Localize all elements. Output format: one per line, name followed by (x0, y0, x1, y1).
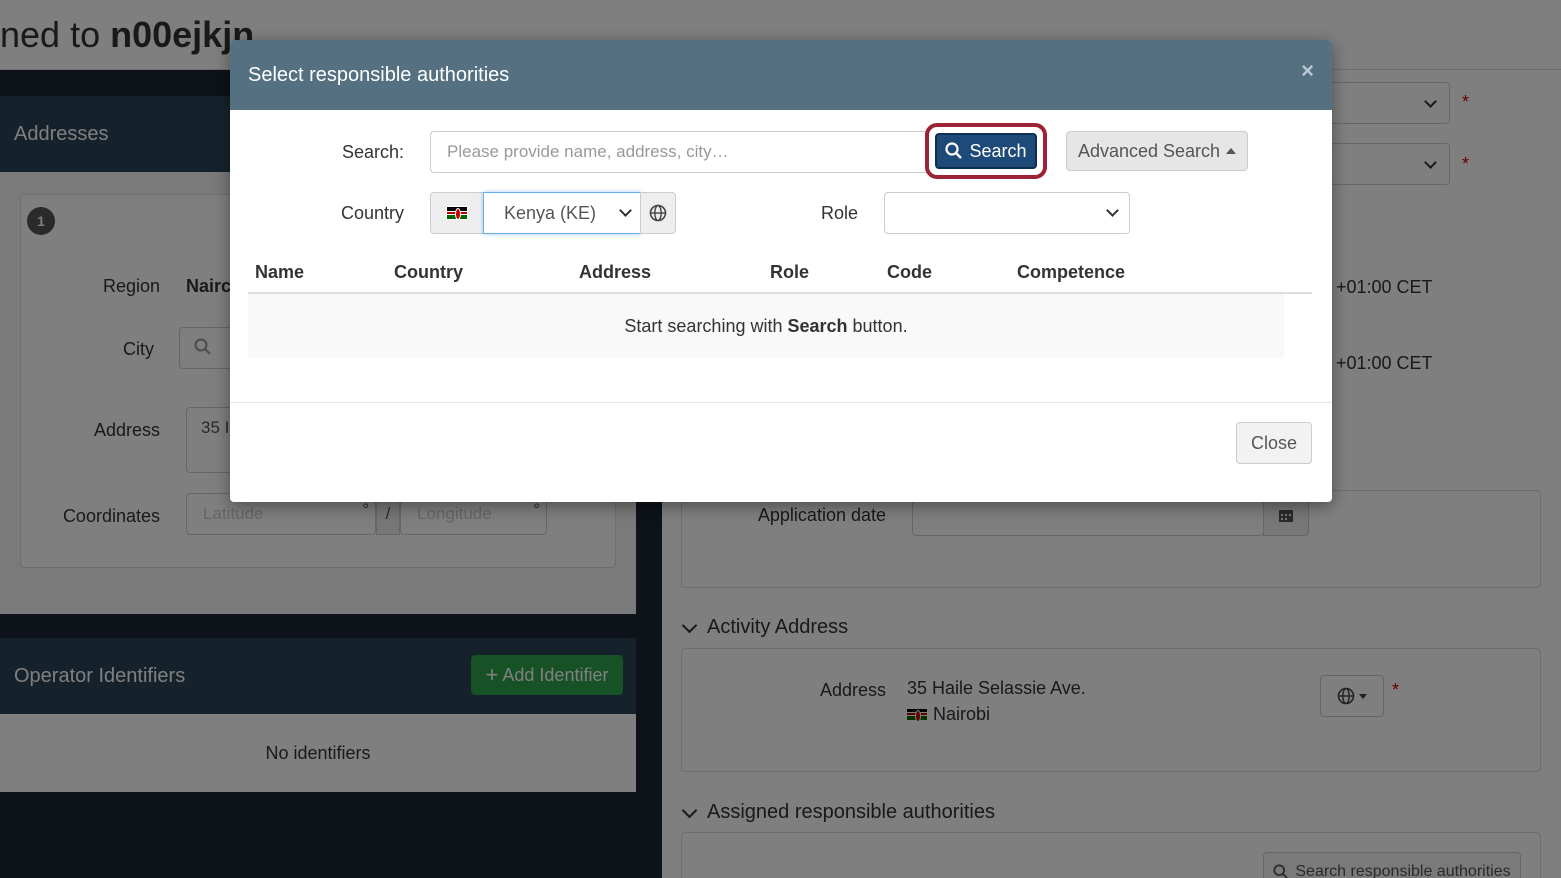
kenya-flag-icon (446, 206, 468, 220)
search-icon (945, 142, 963, 159)
advanced-search-button[interactable]: Advanced Search (1066, 131, 1248, 171)
close-icon[interactable]: × (1301, 58, 1314, 84)
country-flag-addon (430, 192, 484, 234)
country-select[interactable]: Kenya (KE) (483, 192, 641, 234)
globe-icon (649, 204, 667, 222)
column-header-competence[interactable]: Competence (1017, 262, 1125, 283)
role-select[interactable] (884, 192, 1130, 234)
chevron-down-icon (1106, 204, 1119, 217)
advanced-search-label: Advanced Search (1077, 140, 1221, 161)
empty-text-suffix: button. (852, 315, 908, 336)
column-header-address[interactable]: Address (579, 262, 651, 283)
column-header-role[interactable]: Role (770, 262, 809, 283)
search-button[interactable]: Search (935, 133, 1037, 169)
country-label: Country (340, 203, 404, 223)
role-label: Role (820, 203, 858, 223)
search-placeholder: Please provide name, address, city… (447, 142, 729, 161)
search-input[interactable]: Please provide name, address, city… (430, 131, 928, 173)
country-select-value: Kenya (KE) (504, 202, 597, 223)
close-button[interactable]: Close (1236, 422, 1312, 464)
select-authorities-modal: Select responsible authorities × Search:… (230, 40, 1332, 502)
modal-footer-divider (230, 402, 1332, 403)
search-button-label: Search (969, 140, 1027, 161)
modal-title: Select responsible authorities (248, 63, 510, 86)
column-header-name[interactable]: Name (255, 262, 304, 283)
empty-text-prefix: Start searching with (624, 315, 783, 336)
modal-header: Select responsible authorities (230, 40, 1332, 110)
country-globe-button[interactable] (640, 192, 676, 234)
column-header-code[interactable]: Code (887, 262, 932, 283)
column-header-country[interactable]: Country (394, 262, 463, 283)
search-label: Search: (341, 142, 404, 162)
empty-text-bold: Search (787, 315, 848, 336)
table-empty-row: Start searching with Search button. (248, 294, 1284, 358)
caret-up-icon (1226, 148, 1237, 154)
chevron-down-icon (619, 204, 632, 217)
